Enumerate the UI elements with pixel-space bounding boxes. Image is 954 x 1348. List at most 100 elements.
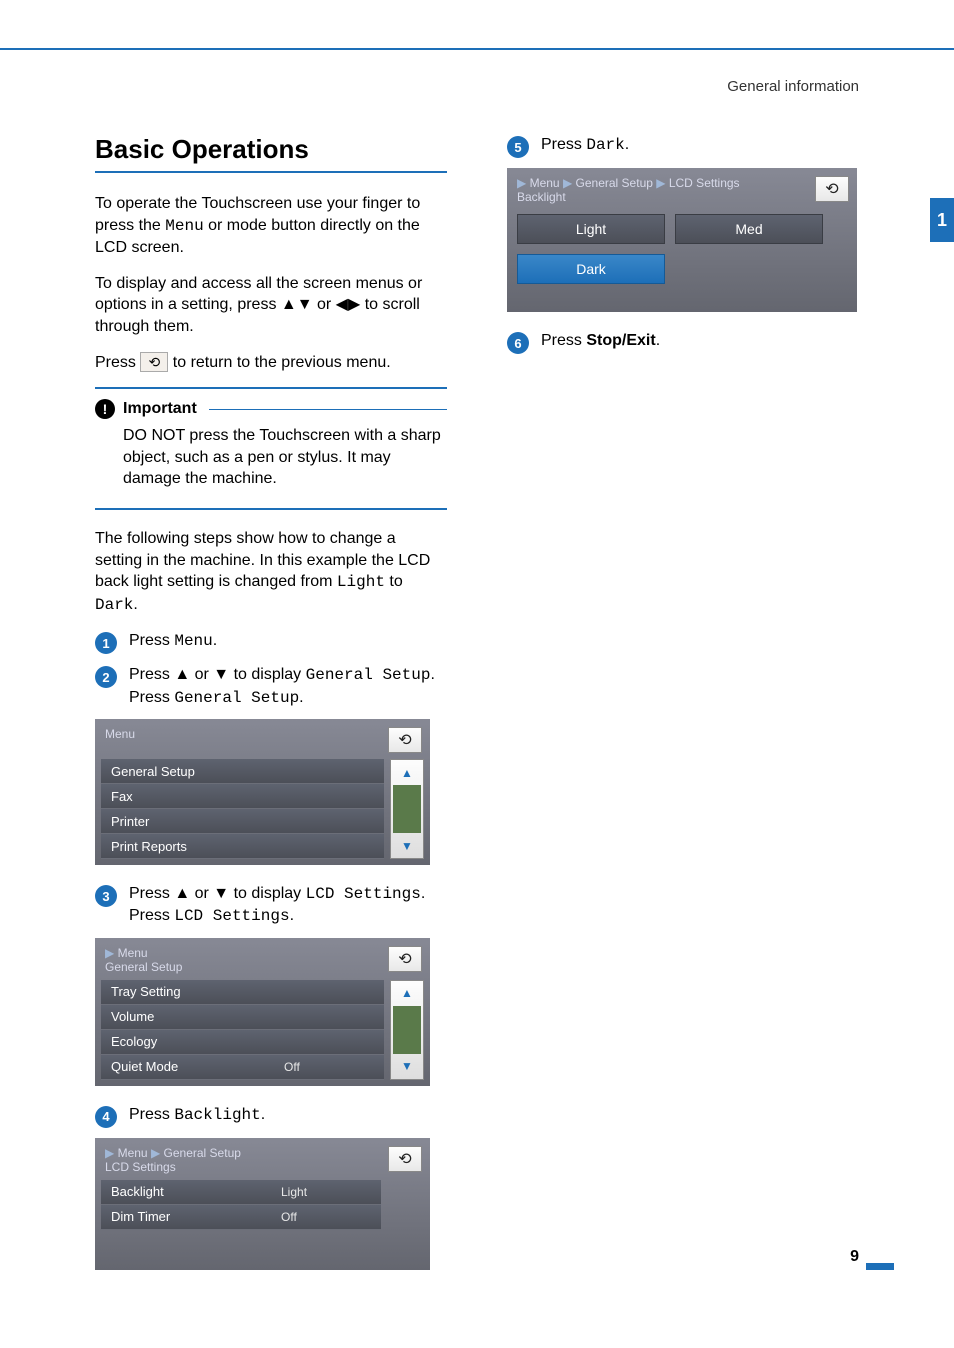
lcd-back-button[interactable]: ⟲ (388, 1146, 422, 1172)
lcd-options-grid: Light Med Dark (513, 210, 851, 306)
item-label: Fax (111, 789, 133, 804)
step-5: 5 Press Dark. (507, 134, 859, 158)
step-text: Press Backlight. (129, 1104, 265, 1126)
text: to return to the previous menu. (168, 354, 390, 371)
caret-icon: ▶ (563, 176, 572, 190)
item-label: Dim Timer (111, 1209, 170, 1224)
lcd-breadcrumb: Menu (105, 727, 135, 741)
item-label: Backlight (111, 1184, 164, 1199)
crumb: General Setup (576, 176, 653, 190)
list-item[interactable]: BacklightLight (101, 1180, 381, 1205)
running-header: General information (727, 78, 859, 95)
text: . (656, 332, 660, 349)
list-item[interactable]: General Setup (101, 759, 384, 784)
list-item[interactable]: Tray Setting (101, 980, 384, 1005)
right-column: 5 Press Dark. ▶ Menu ▶ General Setup ▶ L… (507, 134, 859, 1288)
lcd-header: ▶ Menu ▶ General Setup LCD Settings ⟲ (101, 1144, 424, 1180)
caret-icon: ▶ (517, 176, 526, 190)
literal: General Setup (306, 666, 431, 684)
lcd-back-button[interactable]: ⟲ (815, 176, 849, 202)
literal: Backlight (174, 1106, 260, 1124)
step-2: 2 Press ▲ or ▼ to display General Setup.… (95, 664, 447, 709)
lcd-scrollbar[interactable]: ▲ ▼ (390, 759, 424, 859)
text: Press ▲ or ▼ to display (129, 885, 306, 902)
item-label: General Setup (111, 764, 195, 779)
option-med[interactable]: Med (675, 214, 823, 244)
text: . (421, 885, 425, 902)
caret-icon: ▶ (151, 1146, 160, 1160)
step-badge: 2 (95, 666, 117, 688)
crumb: General Setup (164, 1146, 241, 1160)
text: Press (95, 354, 140, 371)
list-item[interactable]: Ecology (101, 1030, 384, 1055)
option-label: Dark (576, 261, 606, 277)
list-item[interactable]: Fax (101, 784, 384, 809)
text: Press (129, 1106, 174, 1123)
text: . (290, 907, 294, 924)
lcd-header: ▶ Menu ▶ General Setup ▶ LCD Settings Ba… (513, 174, 851, 210)
list-item[interactable]: Dim TimerOff (101, 1205, 381, 1230)
lcd-body: Tray Setting Volume Ecology Quiet ModeOf… (101, 980, 424, 1080)
title-underline (95, 171, 447, 173)
step-badge: 5 (507, 136, 529, 158)
step-text: Press ▲ or ▼ to display General Setup. P… (129, 664, 435, 709)
content-columns: Basic Operations To operate the Touchscr… (95, 134, 859, 1288)
list-item[interactable]: Volume (101, 1005, 384, 1030)
scroll-up-icon[interactable]: ▲ (391, 760, 423, 785)
important-text: DO NOT press the Touchscreen with a shar… (95, 425, 447, 490)
lcd-breadcrumb: ▶ Menu ▶ General Setup ▶ LCD Settings Ba… (517, 176, 740, 204)
text: . (261, 1106, 265, 1123)
text: Press ▲ or ▼ to display (129, 666, 306, 683)
intro-para-2: To display and access all the screen men… (95, 273, 447, 338)
text: Press (129, 689, 174, 706)
crumb: LCD Settings (669, 176, 740, 190)
crumb-current: Backlight (517, 190, 566, 204)
menu-literal: Menu (165, 217, 203, 235)
important-heading: ! Important (95, 399, 447, 419)
step-3: 3 Press ▲ or ▼ to display LCD Settings. … (95, 883, 447, 928)
lcd-body: BacklightLight Dim TimerOff (101, 1180, 424, 1230)
step-1: 1 Press Menu. (95, 630, 447, 654)
lcd-back-button[interactable]: ⟲ (388, 727, 422, 753)
list-item[interactable]: Quiet ModeOff (101, 1055, 384, 1080)
lcd-back-button[interactable]: ⟲ (388, 946, 422, 972)
literal: General Setup (174, 689, 299, 707)
scroll-down-icon[interactable]: ▼ (391, 1054, 423, 1079)
text: Press (129, 632, 174, 649)
step-6: 6 Press Stop/Exit. (507, 330, 859, 354)
list-item[interactable]: Printer (101, 809, 384, 834)
list-item[interactable]: Print Reports (101, 834, 384, 859)
caret-icon: ▶ (105, 946, 114, 960)
intro-para-3: Press ⟲ to return to the previous menu. (95, 352, 447, 374)
important-callout: ! Important DO NOT press the Touchscreen… (95, 387, 447, 510)
text: . (299, 689, 303, 706)
caret-icon: ▶ (656, 176, 665, 190)
step-text: Press Menu. (129, 630, 217, 652)
text: . (133, 596, 137, 613)
step-badge: 4 (95, 1106, 117, 1128)
lcd-scrollbar[interactable]: ▲ ▼ (390, 980, 424, 1080)
step-4: 4 Press Backlight. (95, 1104, 447, 1128)
scroll-up-icon[interactable]: ▲ (391, 981, 423, 1006)
intro-para-1: To operate the Touchscreen use your fing… (95, 193, 447, 259)
lcd-header: Menu ⟲ (101, 725, 424, 759)
scroll-down-icon[interactable]: ▼ (391, 833, 423, 858)
lcd-lcd-settings-screenshot: ▶ Menu ▶ General Setup LCD Settings ⟲ Ba… (95, 1138, 430, 1270)
scroll-track[interactable] (393, 1006, 421, 1054)
option-light[interactable]: Light (517, 214, 665, 244)
lcd-general-setup-screenshot: ▶ Menu General Setup ⟲ Tray Setting Volu… (95, 938, 430, 1086)
lcd-menu-screenshot: Menu ⟲ General Setup Fax Printer Print R… (95, 719, 430, 865)
text: . (430, 666, 434, 683)
option-dark-selected[interactable]: Dark (517, 254, 665, 284)
option-label: Light (576, 221, 606, 237)
lcd-backlight-screenshot: ▶ Menu ▶ General Setup ▶ LCD Settings Ba… (507, 168, 857, 312)
heading-line (209, 409, 447, 410)
step-badge: 6 (507, 332, 529, 354)
lcd-breadcrumb: ▶ Menu ▶ General Setup LCD Settings (105, 1146, 241, 1174)
scroll-track[interactable] (393, 785, 421, 833)
step-badge: 1 (95, 632, 117, 654)
text: to (385, 573, 403, 590)
literal: LCD Settings (306, 885, 421, 903)
lcd-list: Tray Setting Volume Ecology Quiet ModeOf… (101, 980, 384, 1080)
item-label: Printer (111, 814, 149, 829)
